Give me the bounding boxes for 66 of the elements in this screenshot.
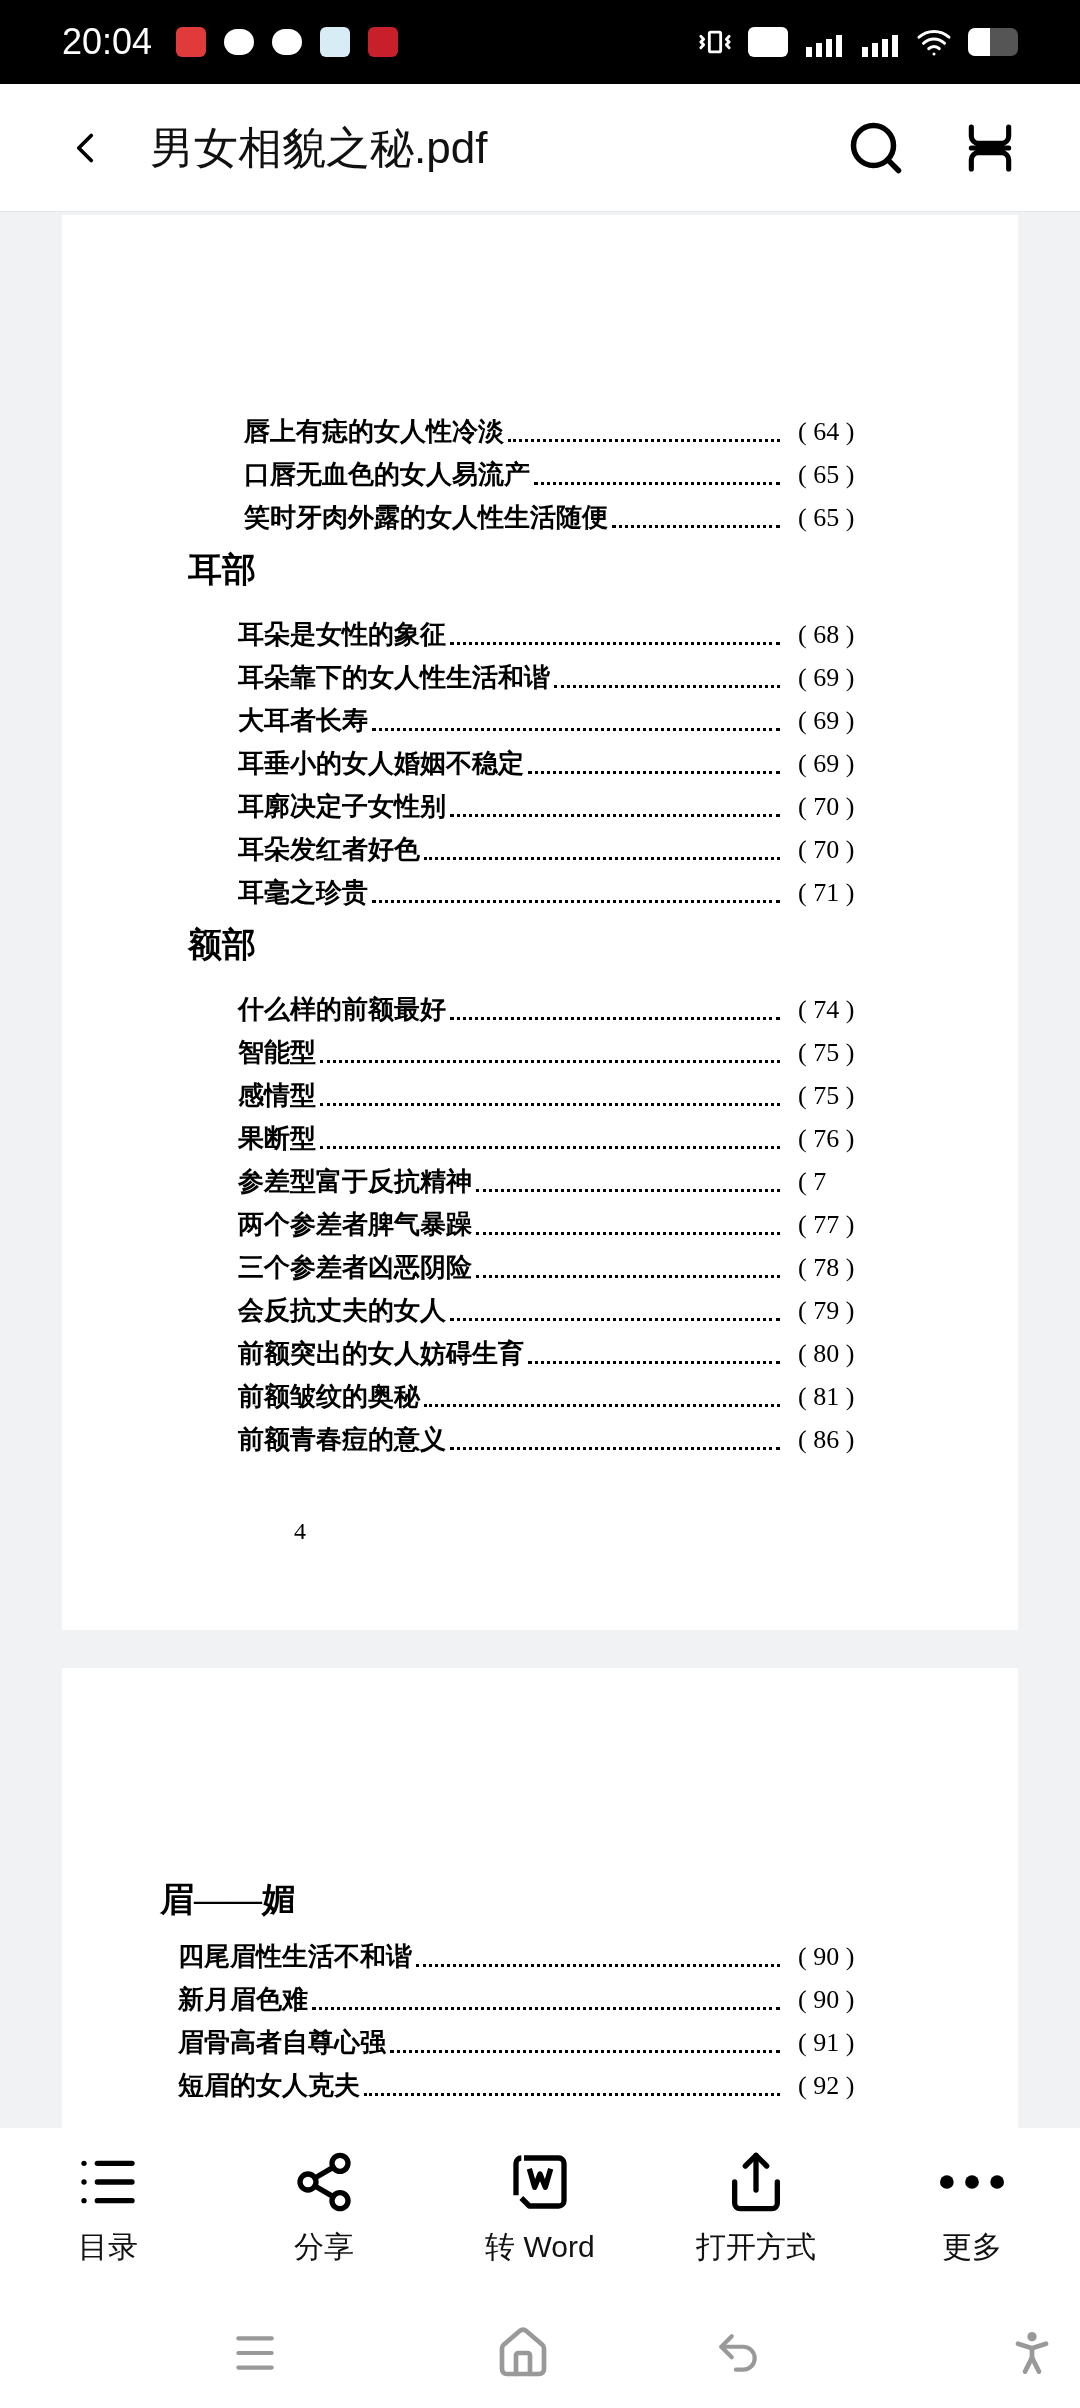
toc-entry-title: 大耳者长寿 [238, 708, 368, 734]
toc-entry-title: 感情型 [238, 1083, 316, 1109]
page-number: ( 76 ) [798, 1126, 856, 1152]
page-number: ( 69 ) [798, 708, 856, 734]
toc-entry-title: 笑时牙肉外露的女人性生活随便 [244, 505, 608, 531]
page-number: ( 80 ) [798, 1341, 856, 1367]
toc-entry-title: 参差型富于反抗精神 [238, 1169, 472, 1195]
toc-entry-title: 耳垂小的女人婚姻不稳定 [238, 751, 524, 777]
toc-entry-title: 耳毫之珍贵 [238, 880, 368, 906]
section-heading: 额部 [188, 928, 257, 962]
page-number: ( 69 ) [798, 751, 856, 777]
toc-entry-title: 口唇无血色的女人易流产 [244, 462, 530, 488]
section-heading: 眉——媚 [160, 1883, 297, 1917]
page-number: ( 86 ) [798, 1427, 856, 1453]
toc-entry-title: 前额突出的女人妨碍生育 [238, 1341, 524, 1367]
page-number: ( 7 [798, 1169, 828, 1195]
toc-entry-title: 会反抗丈夫的女人 [238, 1298, 446, 1324]
page-footer-number: 4 [294, 1517, 307, 1546]
page-number: ( 90 ) [798, 1944, 856, 1970]
toolbar-button[interactable]: 分享 [216, 2150, 432, 2269]
toolbar-button[interactable]: 打开方式 [648, 2150, 864, 2269]
toc-entry-title: 两个参差者脾气暴躁 [238, 1212, 472, 1238]
toc-entry-title: 耳廓决定子女性别 [238, 794, 446, 820]
page-number: ( 64 ) [798, 419, 856, 445]
toc-entry-title: 前额皱纹的奥秘 [238, 1384, 420, 1410]
toc-entry-title: 四尾眉性生活不和谐 [178, 1944, 412, 1970]
toolbar-button[interactable]: 转 Word [432, 2150, 648, 2269]
page-number: ( 78 ) [798, 1255, 856, 1281]
toc-entry-title: 果断型 [238, 1126, 316, 1152]
toc-entry-title: 新月眉色难 [178, 1987, 308, 2013]
page-number: ( 65 ) [798, 462, 856, 488]
toolbar-button[interactable]: 目录 [0, 2150, 216, 2269]
toc-entry-title: 耳朵是女性的象征 [238, 622, 446, 648]
toc-entry-title: 三个参差者凶恶阴险 [238, 1255, 472, 1281]
page-number: ( 79 ) [798, 1298, 856, 1324]
page-number: ( 92 ) [798, 2073, 856, 2099]
page-number: ( 75 ) [798, 1083, 856, 1109]
app-icon [368, 27, 399, 57]
toc-entry-title: 唇上有痣的女人性冷淡 [244, 419, 504, 445]
page-number: ( 70 ) [798, 794, 856, 820]
page-number: ( 65 ) [798, 505, 856, 531]
toc-entry-title: 耳朵发红者好色 [238, 837, 420, 863]
battery-icon [968, 28, 1018, 56]
page-number: ( 70 ) [798, 837, 856, 863]
status-time: 20:04 [62, 20, 153, 64]
page-number: ( 69 ) [798, 665, 856, 691]
app-icon [176, 27, 207, 57]
toc-entry-title: 前额青春痘的意义 [238, 1427, 446, 1453]
toc-entry-title: 眉骨高者自尊心强 [178, 2030, 386, 2056]
toc-entry-title: 什么样的前额最好 [238, 997, 446, 1023]
page-number: ( 77 ) [798, 1212, 856, 1238]
page-number: ( 74 ) [798, 997, 856, 1023]
page-number: ( 90 ) [798, 1987, 856, 2013]
section-heading: 耳部 [188, 553, 257, 587]
page-number: ( 75 ) [798, 1040, 856, 1066]
page-number: ( 68 ) [798, 622, 856, 648]
page-number: ( 91 ) [798, 2030, 856, 2056]
app-icon [320, 27, 351, 57]
page-number: ( 81 ) [798, 1384, 856, 1410]
page-number: ( 71 ) [798, 880, 856, 906]
toolbar-button[interactable]: 更多 [864, 2150, 1080, 2269]
toc-entry-title: 耳朵靠下的女人性生活和谐 [238, 665, 550, 691]
document-title: 男女相貌之秘.pdf [150, 121, 488, 174]
toc-entry-title: 短眉的女人克夫 [178, 2073, 360, 2099]
toc-entry-title: 智能型 [238, 1040, 316, 1066]
more-icon [940, 2175, 1004, 2189]
